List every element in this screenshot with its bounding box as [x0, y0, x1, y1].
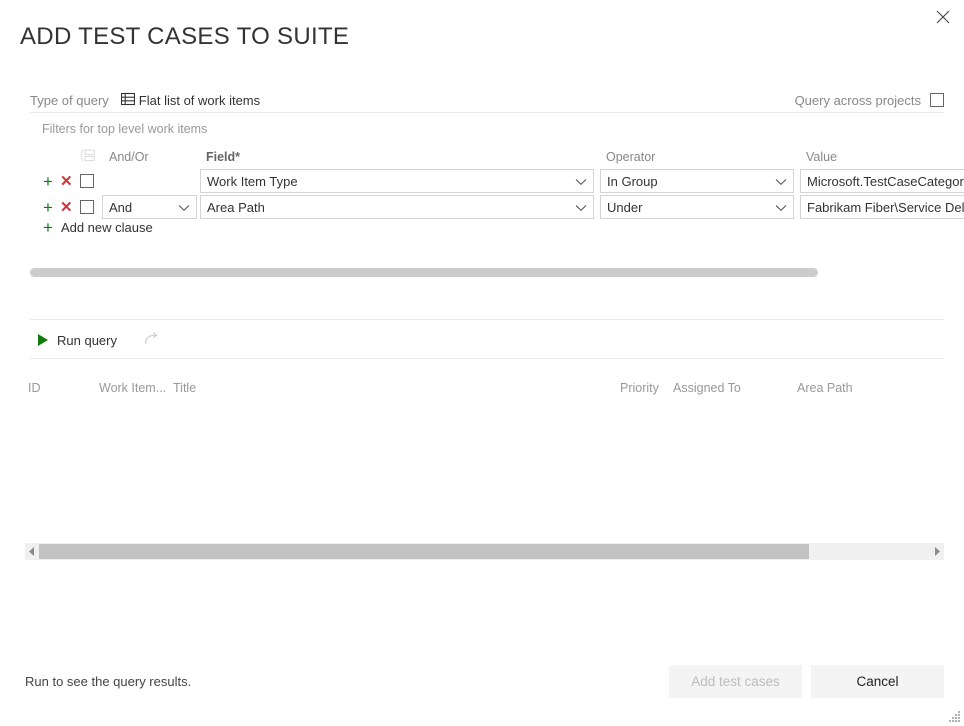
value-header: Value	[800, 150, 964, 164]
divider-below-toolbar	[30, 358, 944, 359]
divider-above-toolbar	[30, 319, 944, 320]
results-column-id[interactable]: ID	[28, 381, 41, 395]
value-text: Microsoft.TestCaseCategory	[807, 174, 964, 189]
chevron-down-icon	[775, 174, 787, 189]
clause-row: + ✕ And Area Path	[30, 194, 964, 220]
add-clause-icon[interactable]: +	[43, 199, 53, 216]
scroll-left-icon[interactable]	[25, 543, 39, 560]
field-cell: Area Path	[200, 195, 600, 219]
operator-cell: In Group	[600, 169, 800, 193]
chevron-down-icon	[575, 200, 587, 215]
clause-grid-header: And/Or Field* Operator Value	[30, 146, 964, 168]
close-button[interactable]	[926, 2, 960, 32]
resize-grip-icon[interactable]	[947, 709, 961, 723]
redo-arrow-icon	[144, 332, 160, 349]
cancel-button[interactable]: Cancel	[811, 665, 944, 698]
query-across-projects-group: Query across projects	[795, 93, 944, 108]
and-or-cell	[102, 169, 200, 193]
field-value: Work Item Type	[207, 174, 569, 189]
field-cell: Work Item Type	[200, 169, 600, 193]
clause-select-checkbox[interactable]	[80, 200, 94, 214]
run-query-label: Run query	[57, 333, 117, 348]
field-dropdown[interactable]: Work Item Type	[200, 169, 594, 193]
clause-select-checkbox[interactable]	[80, 174, 94, 188]
query-type-row: Type of query Flat list of work items Qu…	[30, 88, 944, 112]
clause-select-cell	[72, 174, 102, 188]
results-header-row: ID Work Item... Title Priority Assigned …	[25, 381, 964, 397]
query-toolbar: Run query	[30, 326, 165, 354]
query-across-projects-label: Query across projects	[795, 93, 921, 108]
chevron-down-icon	[575, 174, 587, 189]
operator-cell: Under	[600, 195, 800, 219]
add-test-cases-dialog: ADD TEST CASES TO SUITE Type of query Fl…	[0, 0, 964, 726]
and-or-dropdown	[102, 169, 197, 193]
value-cell: Microsoft.TestCaseCategory	[800, 169, 964, 193]
results-column-work-item-type[interactable]: Work Item...	[99, 381, 166, 395]
clause-row-actions: + ✕	[30, 199, 72, 216]
chevron-down-icon	[178, 200, 190, 215]
field-dropdown[interactable]: Area Path	[200, 195, 594, 219]
clause-builder-scroll-thumb[interactable]	[30, 268, 818, 277]
operator-value: Under	[607, 200, 769, 215]
revert-query-button	[139, 329, 165, 352]
and-or-cell: And	[102, 195, 200, 219]
chevron-down-icon	[775, 200, 787, 215]
results-column-assigned-to[interactable]: Assigned To	[673, 381, 741, 395]
field-value: Area Path	[207, 200, 569, 215]
value-input[interactable]: Fabrikam Fiber\Service Delivery	[800, 195, 964, 219]
results-scroll-track[interactable]	[39, 543, 930, 560]
operator-dropdown[interactable]: In Group	[600, 169, 794, 193]
clause-grid: And/Or Field* Operator Value + ✕	[30, 146, 964, 220]
close-icon	[936, 10, 950, 24]
operator-value: In Group	[607, 174, 769, 189]
operator-header: Operator	[600, 150, 800, 164]
results-grid-body	[25, 400, 944, 538]
operator-dropdown[interactable]: Under	[600, 195, 794, 219]
clause-row: + ✕ Work Item Type	[30, 168, 964, 194]
group-clauses-icon[interactable]	[80, 149, 95, 165]
add-new-clause-button[interactable]: + Add new clause	[43, 219, 153, 236]
and-or-value: And	[109, 200, 172, 215]
group-clauses-header	[72, 149, 102, 165]
run-query-button[interactable]: Run query	[30, 330, 125, 351]
value-text: Fabrikam Fiber\Service Delivery	[807, 200, 964, 215]
add-clause-icon[interactable]: +	[43, 173, 53, 190]
query-across-projects-checkbox[interactable]	[930, 93, 944, 107]
page-title: ADD TEST CASES TO SUITE	[20, 21, 349, 53]
grid-icon	[121, 92, 135, 109]
query-type-label: Type of query	[30, 93, 109, 108]
dialog-footer-buttons: Add test cases Cancel	[669, 665, 944, 698]
status-message: Run to see the query results.	[25, 674, 191, 689]
results-scrollbar[interactable]	[25, 543, 944, 560]
scroll-right-icon[interactable]	[930, 543, 944, 560]
and-or-header: And/Or	[102, 150, 200, 164]
clause-row-actions: + ✕	[30, 173, 72, 190]
filters-caption: Filters for top level work items	[42, 122, 207, 136]
value-input[interactable]: Microsoft.TestCaseCategory	[800, 169, 964, 193]
results-column-title[interactable]: Title	[173, 381, 196, 395]
remove-clause-icon[interactable]: ✕	[60, 174, 73, 189]
add-new-clause-label: Add new clause	[61, 220, 153, 235]
results-column-priority[interactable]: Priority	[620, 381, 659, 395]
remove-clause-icon[interactable]: ✕	[60, 200, 73, 215]
add-test-cases-button[interactable]: Add test cases	[669, 665, 802, 698]
results-column-area-path[interactable]: Area Path	[797, 381, 853, 395]
plus-icon: +	[43, 219, 53, 236]
clause-builder-scrollbar[interactable]	[30, 268, 944, 277]
query-type-selector[interactable]: Flat list of work items	[121, 92, 260, 109]
divider-under-query-type	[30, 112, 944, 113]
query-type-value: Flat list of work items	[139, 93, 260, 108]
results-scroll-thumb[interactable]	[39, 544, 809, 559]
clause-select-cell	[72, 200, 102, 214]
play-icon	[38, 334, 48, 346]
value-cell: Fabrikam Fiber\Service Delivery	[800, 195, 964, 219]
and-or-dropdown[interactable]: And	[102, 195, 197, 219]
field-header: Field*	[200, 150, 600, 164]
